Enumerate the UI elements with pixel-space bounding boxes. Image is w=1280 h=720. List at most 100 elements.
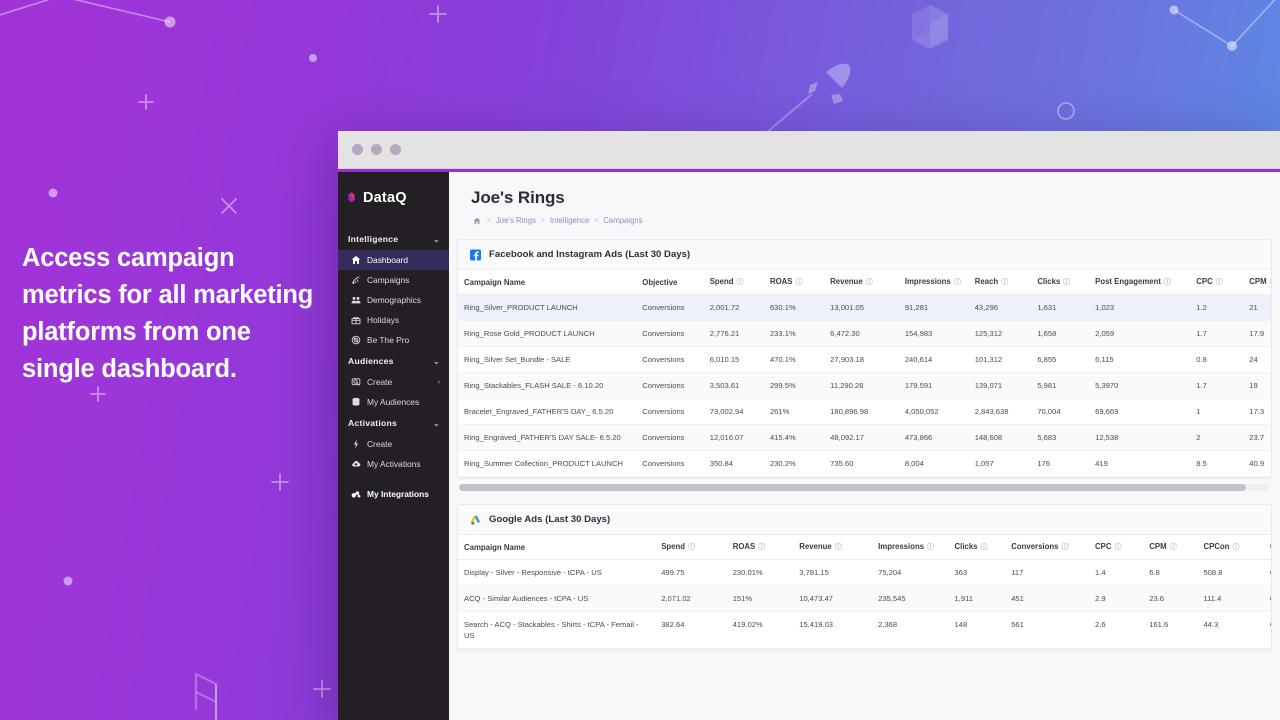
sidebar-item-my-audiences[interactable]: My Audiences <box>338 392 449 412</box>
info-icon[interactable]: ⓘ <box>688 542 695 552</box>
metric-cell: 415.4% <box>763 424 825 451</box>
table-row[interactable]: Ring_Rose Gold_PRODUCT LAUNCH Conversions… <box>458 320 1271 347</box>
info-icon[interactable]: ⓘ <box>1232 542 1239 552</box>
info-icon[interactable]: ⓘ <box>835 542 842 552</box>
app-logo[interactable]: DataQ <box>338 184 449 206</box>
facebook-table-header-row: Campaign Name Objective Spend ⓘ ROAS ⓘ Revenue… <box>458 270 1271 295</box>
table-row[interactable]: Bracelet_Engraved_FATHER'S DAY_ 6.5.20 Co… <box>458 398 1271 425</box>
info-icon[interactable]: ⓘ <box>795 277 802 287</box>
metric-cell: 176 <box>1031 450 1090 477</box>
column-header[interactable]: Impressions ⓘ <box>872 535 949 560</box>
column-header[interactable]: Revenue ⓘ <box>824 270 899 295</box>
column-header[interactable]: CPC ⓘ <box>1190 270 1244 295</box>
breadcrumb-item-campaigns[interactable]: Campaigns <box>603 216 642 225</box>
sidebar-item-campaigns[interactable]: Campaigns <box>338 270 449 290</box>
metric-cell: 0.1 <box>1264 611 1271 649</box>
sidebar-item-my-integrations[interactable]: My Integrations <box>338 484 449 504</box>
column-header[interactable]: Impressions ⓘ <box>898 270 969 295</box>
info-icon[interactable]: ⓘ <box>737 277 744 287</box>
metric-cell: Conversions <box>636 346 704 373</box>
metric-cell: 0 <box>1264 585 1271 612</box>
column-header[interactable]: Campaign Name <box>458 535 656 560</box>
sidebar-item-my-activations[interactable]: My Activations <box>338 454 449 474</box>
metric-cell: 3,781.15 <box>793 559 873 586</box>
column-header[interactable]: Spend ⓘ <box>703 270 764 295</box>
column-header[interactable]: Objective <box>636 270 704 295</box>
column-header[interactable]: CPMⓘ <box>1143 535 1198 560</box>
google-card-title: Google Ads (Last 30 Days) <box>489 514 611 525</box>
metric-cell: 230.01% <box>726 559 794 586</box>
google-table: Campaign Name Spend ⓘ ROAS ⓘ Revenue ⓘ Impressi… <box>458 535 1271 649</box>
column-header[interactable]: Post Engagement ⓘ <box>1089 270 1191 295</box>
campaign-name-cell: Ring_Rose Gold_PRODUCT LAUNCH <box>458 320 637 347</box>
sidebar-item-dashboard[interactable]: Dashboard <box>338 250 449 270</box>
column-header[interactable]: CPCon ⓘ <box>1197 535 1264 560</box>
metric-cell: 43,296 <box>968 294 1032 321</box>
column-header[interactable]: Revenue ⓘ <box>793 535 873 560</box>
column-header[interactable]: Campaign Name <box>458 270 637 295</box>
metric-cell: 4,050,052 <box>898 398 969 425</box>
info-icon[interactable]: ⓘ <box>981 542 988 552</box>
table-row[interactable]: Ring_Silver Set_Bundle - SALE Conversions… <box>458 346 1271 373</box>
metric-cell: 2,001.72 <box>703 294 764 321</box>
table-row[interactable]: Ring_Engraved_FATHER'S DAY SALE- 6.5.20 C… <box>458 424 1271 451</box>
info-icon[interactable]: ⓘ <box>1216 277 1223 287</box>
info-icon[interactable]: ⓘ <box>1114 542 1121 552</box>
info-icon[interactable]: ⓘ <box>927 542 934 552</box>
chevron-right-icon: › <box>437 378 440 386</box>
sidebar-item-label: My Activations <box>367 459 421 469</box>
facebook-card-title: Facebook and Instagram Ads (Last 30 Days… <box>489 249 691 260</box>
table-row[interactable]: Ring_Summer Collection_PRODUCT LAUNCH Con… <box>458 450 1271 477</box>
metric-cell: 125,312 <box>968 320 1032 347</box>
metric-cell: 261% <box>763 398 825 425</box>
sidebar-item-holidays[interactable]: Holidays <box>338 310 449 330</box>
nav-group-audiences[interactable]: Audiences ⌄ <box>338 350 449 372</box>
sidebar-item-audiences-create[interactable]: Create › <box>338 372 449 392</box>
window-maximize-dot[interactable] <box>390 144 401 155</box>
sidebar-item-activations-create[interactable]: Create <box>338 434 449 454</box>
info-icon[interactable]: ⓘ <box>954 277 961 287</box>
table-row[interactable]: ACQ - Similar Audiences - tCPA - US 2,071… <box>458 585 1271 612</box>
window-minimize-dot[interactable] <box>371 144 382 155</box>
horizontal-scrollbar[interactable] <box>459 484 1270 491</box>
column-header[interactable]: CTRⓘ <box>1264 535 1271 560</box>
google-table-scroll[interactable]: Campaign Name Spend ⓘ ROAS ⓘ Revenue ⓘ Impressi… <box>458 535 1271 649</box>
info-icon[interactable]: ⓘ <box>1001 277 1008 287</box>
info-icon[interactable]: ⓘ <box>1164 277 1171 287</box>
column-header[interactable]: Clicks ⓘ <box>948 535 1006 560</box>
facebook-table-scroll[interactable]: Campaign Name Objective Spend ⓘ ROAS ⓘ Revenue… <box>458 270 1271 477</box>
info-icon[interactable]: ⓘ <box>758 542 765 552</box>
column-header[interactable]: ROAS ⓘ <box>763 270 825 295</box>
table-row[interactable]: Ring_Silver_PRODUCT LAUNCH Conversions 2,0… <box>458 294 1271 321</box>
column-header[interactable]: Reach ⓘ <box>968 270 1032 295</box>
column-header[interactable]: Clicks ⓘ <box>1031 270 1090 295</box>
info-icon[interactable]: ⓘ <box>1061 542 1068 552</box>
audience-create-icon <box>350 377 361 388</box>
column-header[interactable]: Conversions ⓘ <box>1005 535 1090 560</box>
sidebar-item-demographics[interactable]: Demographics <box>338 290 449 310</box>
nav-group-activations[interactable]: Activations ⌄ <box>338 412 449 434</box>
table-row[interactable]: Display - Silver - Responsive - tCPA - U… <box>458 559 1271 586</box>
home-breadcrumb-icon[interactable] <box>471 215 482 226</box>
window-close-dot[interactable] <box>352 144 363 155</box>
table-row[interactable]: Ring_Stackables_FLASH SALE - 6.10.20 Conv… <box>458 372 1271 399</box>
column-header[interactable]: Spend ⓘ <box>655 535 727 560</box>
info-icon[interactable]: ⓘ <box>1170 542 1177 552</box>
metric-cell: 2.9 <box>1089 585 1144 612</box>
breadcrumb-item-intelligence[interactable]: Intelligence <box>550 216 589 225</box>
column-header[interactable]: CPMⓘ <box>1243 270 1271 295</box>
breadcrumb-item-account[interactable]: Joe's Rings <box>496 216 536 225</box>
sidebar-item-be-the-pro[interactable]: Be The Pro <box>338 330 449 350</box>
metric-cell: 233.1% <box>763 320 825 347</box>
metric-cell: 473,866 <box>898 424 969 451</box>
column-header[interactable]: CPC ⓘ <box>1089 535 1144 560</box>
column-header[interactable]: ROAS ⓘ <box>726 535 794 560</box>
facebook-ads-card: Facebook and Instagram Ads (Last 30 Days… <box>457 239 1272 478</box>
metric-cell: 12,538 <box>1089 424 1191 451</box>
info-icon[interactable]: ⓘ <box>1063 277 1070 287</box>
info-icon[interactable]: ⓘ <box>1270 277 1271 287</box>
metric-cell: 2.6 <box>1089 611 1144 649</box>
nav-group-intelligence[interactable]: Intelligence ⌄ <box>338 228 449 250</box>
info-icon[interactable]: ⓘ <box>866 277 873 287</box>
table-row[interactable]: Search - ACQ - Stackables - Shirts - tCP… <box>458 611 1271 649</box>
